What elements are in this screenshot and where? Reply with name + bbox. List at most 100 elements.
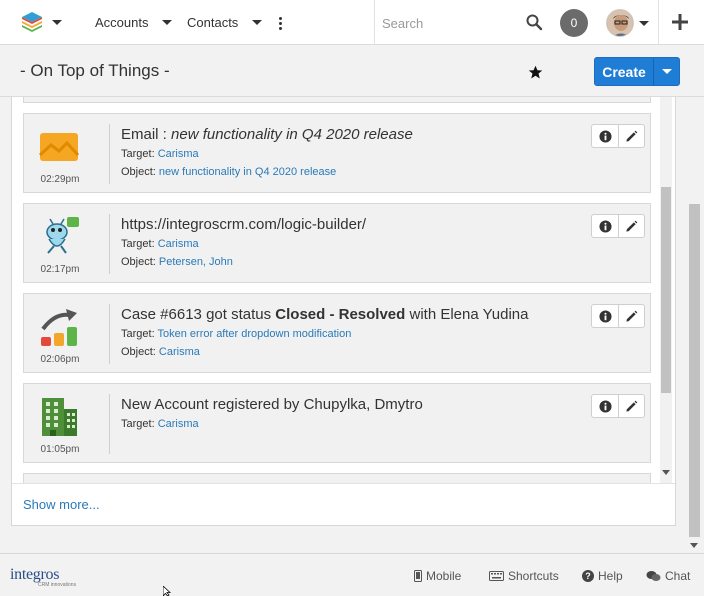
page-title: - On Top of Things - [20,61,170,80]
footer-bar: integros CRM innovations Mobile Shortcut… [0,553,704,596]
target-link[interactable]: Carisma [158,418,199,430]
info-icon [598,309,612,323]
page-header: - On Top of Things - Create [0,45,704,97]
navbar-divider [658,0,659,45]
keyboard-icon [489,571,504,581]
logic-builder-mascot-icon [46,217,79,254]
info-icon [598,219,612,233]
divider [109,304,110,364]
create-button[interactable]: Create [594,57,680,86]
item-title: Case #6613 got status Closed - Resolved … [121,306,529,323]
page-scrollbar[interactable] [687,97,701,552]
item-target: Target: Carisma [121,418,199,430]
item-actions [591,214,645,238]
item-title: New Account registered by Chupylka, Dmyt… [121,396,423,413]
item-time: 02:06pm [40,354,80,365]
object-link[interactable]: new functionality in Q4 2020 release [159,166,336,178]
info-icon [598,399,612,413]
tab-accounts-label: Accounts [95,15,149,30]
target-link[interactable]: Token error after dropdown modification [158,328,352,340]
case-status: Closed - Resolved [275,306,406,323]
item-title: https://integroscrm.com/logic-builder/ [121,216,367,233]
create-dropdown-toggle[interactable] [654,58,679,85]
object-link[interactable]: Petersen, John [159,256,233,268]
info-button[interactable] [592,395,618,417]
tab-contacts[interactable]: Contacts [187,0,263,45]
divider [109,394,110,454]
activity-panel: 02:29pm Email : new functionality in Q4 … [11,97,676,526]
scroll-down-arrow-icon[interactable] [662,470,670,475]
item-target: Target: Token error after dropdown modif… [121,328,352,340]
user-menu[interactable] [606,8,650,38]
chat-bubbles-icon [646,571,661,581]
search-input[interactable] [382,12,517,34]
search-icon[interactable] [525,13,543,31]
item-actions [591,304,645,328]
list-item: 01:05pm New Account registered by Chupyl… [23,383,651,463]
target-link[interactable]: Carisma [158,238,199,250]
create-button-label[interactable]: Create [595,58,654,85]
mobile-label: Mobile [426,569,462,583]
more-vertical-icon[interactable] [274,13,286,33]
pencil-icon [626,400,638,412]
notifications-badge[interactable]: 0 [560,9,588,37]
scroll-down-arrow-icon[interactable] [690,543,698,548]
edit-button[interactable] [618,395,644,417]
edit-button[interactable] [618,125,644,147]
chevron-down-icon [661,69,672,74]
search-box [374,0,550,45]
email-envelope-icon [39,133,79,161]
help-link[interactable]: ? Help [582,569,623,583]
plus-icon[interactable] [670,12,690,32]
app-menu-button[interactable] [20,9,65,35]
item-object: Object: Petersen, John [121,256,233,268]
tab-accounts[interactable]: Accounts [95,0,173,45]
info-button[interactable] [592,125,618,147]
feed-scrollbar[interactable] [660,97,672,483]
pencil-icon [626,220,638,232]
chevron-down-icon[interactable] [162,20,173,25]
list-item: 02:29pm Email : new functionality in Q4 … [23,113,651,193]
item-object: Object: Carisma [121,346,200,358]
help-circle-icon: ? [582,570,594,582]
panel-footer: Show more... [12,483,675,525]
mouse-cursor-icon [163,586,172,596]
item-time: 02:29pm [40,174,80,185]
edit-button[interactable] [618,305,644,327]
building-icon [42,398,77,436]
avatar [606,9,634,37]
edit-button[interactable] [618,215,644,237]
divider [109,214,110,274]
shortcuts-label: Shortcuts [508,569,559,583]
item-time: 01:05pm [40,444,80,455]
activity-feed: 02:29pm Email : new functionality in Q4 … [12,97,675,483]
brand-tagline: CRM innovations [38,582,77,588]
object-link[interactable]: Carisma [159,346,200,358]
mobile-link[interactable]: Mobile [414,569,461,583]
item-title: Email : new functionality in Q4 2020 rel… [121,126,413,143]
show-more-link[interactable]: Show more... [23,497,100,512]
chevron-down-icon [52,19,62,25]
pencil-icon [626,130,638,142]
chat-link[interactable]: Chat [646,569,690,583]
info-icon [598,129,612,143]
target-link[interactable]: Carisma [158,148,199,160]
chevron-down-icon[interactable] [252,20,263,25]
chat-label: Chat [665,569,691,583]
list-item [23,97,651,103]
item-title-subject: new functionality in Q4 2020 release [171,126,413,143]
shortcuts-link[interactable]: Shortcuts [489,569,559,583]
info-button[interactable] [592,215,618,237]
item-object: Object: new functionality in Q4 2020 rel… [121,166,337,178]
chevron-down-icon [639,20,649,26]
svg-text:?: ? [585,571,591,581]
info-button[interactable] [592,305,618,327]
feed-scrollbar-thumb[interactable] [661,187,671,393]
star-icon[interactable] [528,65,543,80]
page-scrollbar-thumb[interactable] [689,204,700,537]
item-actions [591,124,645,148]
item-target: Target: Carisma [121,238,199,250]
item-time: 02:17pm [40,264,80,275]
item-target: Target: Carisma [121,148,199,160]
list-item [23,473,651,483]
